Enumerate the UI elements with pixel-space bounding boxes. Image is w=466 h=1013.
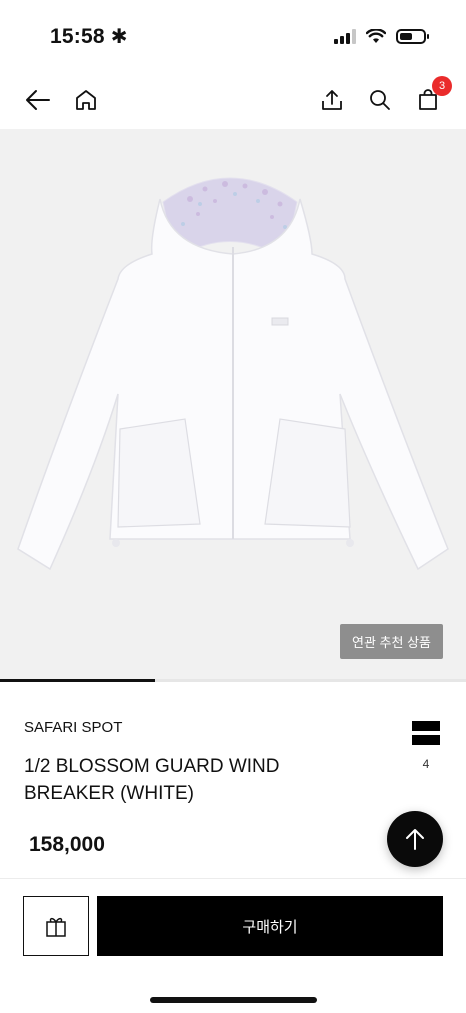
asterisk-icon: ✱ bbox=[110, 26, 128, 48]
product-title: 1/2 BLOSSOM GUARD WIND BREAKER (WHITE) bbox=[24, 756, 280, 804]
clock-text: 15:58 bbox=[50, 25, 105, 48]
gift-button[interactable] bbox=[23, 896, 89, 956]
buy-button[interactable]: 구매하기 bbox=[97, 896, 443, 956]
wishlist-count: 4 bbox=[422, 757, 430, 771]
home-indicator[interactable] bbox=[150, 997, 317, 1003]
home-icon bbox=[76, 90, 96, 110]
search-icon bbox=[370, 90, 390, 110]
back-button[interactable] bbox=[20, 82, 56, 118]
cart-count-badge: 3 bbox=[432, 76, 452, 96]
home-button[interactable] bbox=[68, 82, 104, 118]
bottom-bar-divider bbox=[0, 878, 466, 879]
arrow-left-icon bbox=[26, 90, 50, 110]
wishlist-button[interactable]: 4 bbox=[407, 720, 445, 771]
battery-icon bbox=[396, 28, 429, 44]
cart-button[interactable]: 3 bbox=[410, 76, 452, 118]
brand-name[interactable]: SAFARI SPOT bbox=[24, 719, 122, 736]
arrow-up-icon bbox=[406, 829, 424, 850]
search-button[interactable] bbox=[362, 82, 398, 118]
gallery-progress-fill bbox=[0, 679, 156, 682]
wifi-icon bbox=[366, 28, 386, 43]
share-button[interactable] bbox=[314, 82, 350, 118]
scroll-to-top-button[interactable] bbox=[387, 811, 443, 867]
status-bar: 15:58 ✱ bbox=[0, 0, 466, 70]
cellular-signal-icon bbox=[334, 28, 356, 44]
status-indicators bbox=[334, 28, 429, 44]
wishlist-icon bbox=[412, 721, 440, 745]
top-navigation: 3 bbox=[0, 74, 466, 128]
share-icon bbox=[322, 90, 342, 110]
product-image bbox=[17, 177, 449, 571]
gift-icon bbox=[46, 917, 66, 937]
status-time: 15:58 ✱ bbox=[50, 24, 128, 49]
gallery-progress-bar bbox=[0, 679, 466, 682]
related-products-button[interactable]: 연관 추천 상품 bbox=[340, 624, 443, 659]
product-image-gallery[interactable]: 연관 추천 상품 bbox=[0, 129, 466, 679]
product-price: 158,000 bbox=[29, 833, 105, 856]
